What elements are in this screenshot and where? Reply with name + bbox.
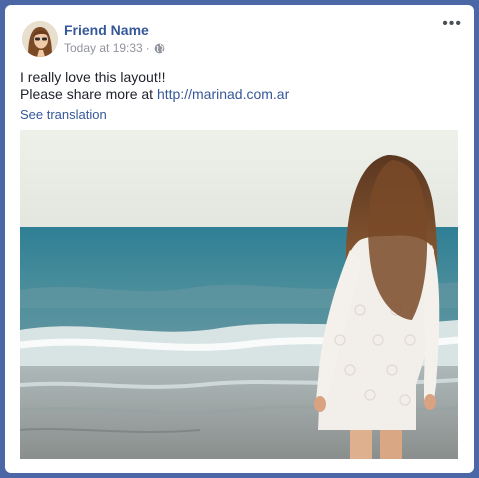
meta-separator: · xyxy=(145,41,150,55)
post-text-line1: I really love this layout!! xyxy=(20,69,166,85)
see-translation-link[interactable]: See translation xyxy=(20,107,107,122)
globe-icon[interactable] xyxy=(154,43,165,54)
post-text: I really love this layout!! Please share… xyxy=(20,69,460,103)
post-meta: Today at 19:33 · xyxy=(64,41,165,55)
post-text-line2-prefix: Please share more at xyxy=(20,86,157,102)
post-link[interactable]: http://marinad.com.ar xyxy=(157,86,289,102)
beach-photo[interactable] xyxy=(20,130,458,459)
more-options-icon[interactable]: ••• xyxy=(442,16,462,32)
author-name[interactable]: Friend Name xyxy=(64,22,149,38)
timestamp[interactable]: Today at 19:33 xyxy=(64,41,143,55)
avatar[interactable] xyxy=(22,21,58,57)
post-text-line2: Please share more at http://marinad.com.… xyxy=(20,86,460,103)
post-card: Friend Name Today at 19:33 · ••• I reall… xyxy=(5,5,474,473)
